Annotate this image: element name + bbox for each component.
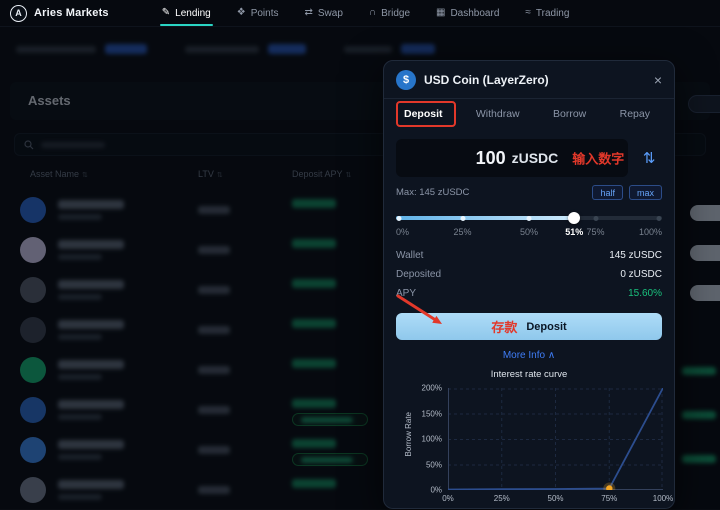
y-tick: 100% <box>384 435 442 444</box>
wallet-value: 145 zUSDC <box>609 250 662 261</box>
deposited-row: Deposited 0 zUSDC <box>396 265 662 284</box>
tab-deposit[interactable]: Deposit <box>404 108 443 120</box>
nav-item-label: Trading <box>536 8 570 19</box>
main-nav: ✎ Lending ❖ Points ⇄ Swap ∩ Bridge ▦ Dashboard ≈ Tr… <box>149 0 583 26</box>
apy-row: APY 15.60% <box>396 284 662 303</box>
nav-item-points[interactable]: ❖ Points <box>224 0 292 26</box>
tab-borrow[interactable]: Borrow <box>553 108 586 120</box>
deposited-value: 0 zUSDC <box>620 269 662 280</box>
points-icon: ❖ <box>237 8 246 18</box>
trading-icon: ≈ <box>525 8 531 18</box>
more-info-link[interactable]: More Info ∧ <box>384 350 674 362</box>
apy-label: APY <box>396 288 416 299</box>
max-button[interactable]: max <box>629 185 662 200</box>
close-icon[interactable]: × <box>654 73 662 87</box>
chart-title: Interest rate curve <box>384 369 674 381</box>
nav-item-label: Swap <box>318 8 343 19</box>
x-tick: 25% <box>494 494 510 503</box>
aries-logo-icon: A <box>10 5 27 22</box>
x-tick: 0% <box>442 494 454 503</box>
slider-tick <box>593 216 598 221</box>
slider-fill <box>396 216 574 220</box>
tab-repay[interactable]: Repay <box>620 108 650 120</box>
modal-title: USD Coin (LayerZero) <box>424 73 549 87</box>
amount-row: 100 zUSDC 输入数字 ⇅ <box>396 139 662 177</box>
amount-value: 100 <box>476 148 506 169</box>
nav-item-trading[interactable]: ≈ Trading <box>512 0 582 26</box>
apy-value: 15.60% <box>628 288 662 299</box>
top-nav: A Aries Markets ✎ Lending ❖ Points ⇄ Swap ∩ Bri… <box>0 0 720 27</box>
slider-current-value: 51% <box>564 227 584 237</box>
slider-tick <box>657 216 662 221</box>
annotation-deposit-hint: 存款 <box>491 317 517 336</box>
slider-labels: 0% 25% 50% 75% 100% 51% <box>396 227 662 238</box>
tab-withdraw[interactable]: Withdraw <box>476 108 520 120</box>
half-button[interactable]: half <box>592 185 623 200</box>
y-tick: 200% <box>384 384 442 393</box>
slider-tick <box>527 216 532 221</box>
slider-thumb[interactable] <box>568 212 580 224</box>
modal-tabs: Deposit Withdraw Borrow Repay <box>384 99 674 129</box>
toggle-unit-icon[interactable]: ⇅ <box>636 145 662 171</box>
slider-label: 75% <box>586 227 604 237</box>
slider-tick <box>397 216 402 221</box>
y-tick: 0% <box>384 486 442 495</box>
bridge-icon: ∩ <box>369 8 376 18</box>
nav-item-lending[interactable]: ✎ Lending <box>149 0 224 26</box>
slider-label: 0% <box>396 227 409 237</box>
slider-label: 25% <box>453 227 471 237</box>
chart-plot <box>448 388 663 490</box>
amount-input[interactable]: 100 zUSDC 输入数字 <box>396 139 628 177</box>
nav-item-dashboard[interactable]: ▦ Dashboard <box>423 0 512 26</box>
usdc-coin-icon: $ <box>396 70 416 90</box>
slider-label: 100% <box>639 227 662 237</box>
slider-label: 50% <box>520 227 538 237</box>
amount-unit: zUSDC <box>512 150 559 166</box>
x-tick: 100% <box>653 494 673 503</box>
y-tick: 50% <box>384 460 442 469</box>
nav-item-label: Dashboard <box>450 8 499 19</box>
annotation-input-hint: 输入数字 <box>572 149 624 168</box>
pencil-icon: ✎ <box>162 8 170 18</box>
brand[interactable]: A Aries Markets <box>10 5 109 22</box>
swap-icon: ⇄ <box>305 8 313 18</box>
nav-item-swap[interactable]: ⇄ Swap <box>292 0 356 26</box>
wallet-label: Wallet <box>396 250 423 261</box>
deposited-label: Deposited <box>396 269 441 280</box>
nav-item-label: Bridge <box>381 8 410 19</box>
deposit-button[interactable]: 存款 Deposit <box>396 313 662 340</box>
deposit-modal: $ USD Coin (LayerZero) × Deposit Withdra… <box>383 60 675 509</box>
y-tick: 150% <box>384 409 442 418</box>
x-tick: 75% <box>601 494 617 503</box>
interest-rate-chart: Borrow Rate 200% 150% 100% 50% 0% <box>384 386 674 509</box>
nav-item-label: Lending <box>175 8 211 19</box>
deposit-button-label: Deposit <box>526 321 566 333</box>
modal-header: $ USD Coin (LayerZero) × <box>384 61 674 99</box>
deposit-button-area: 存款 Deposit <box>396 313 662 340</box>
slider-tick <box>460 216 465 221</box>
brand-name: Aries Markets <box>34 7 109 19</box>
wallet-row: Wallet 145 zUSDC <box>396 246 662 265</box>
max-label: Max: 145 zUSDC <box>396 187 469 198</box>
dashboard-icon: ▦ <box>436 8 445 18</box>
max-row: Max: 145 zUSDC half max <box>396 185 662 200</box>
nav-item-bridge[interactable]: ∩ Bridge <box>356 0 423 26</box>
amount-slider[interactable] <box>396 212 662 224</box>
position-info: Wallet 145 zUSDC Deposited 0 zUSDC APY 1… <box>396 246 662 303</box>
x-tick: 50% <box>547 494 563 503</box>
nav-item-label: Points <box>251 8 279 19</box>
